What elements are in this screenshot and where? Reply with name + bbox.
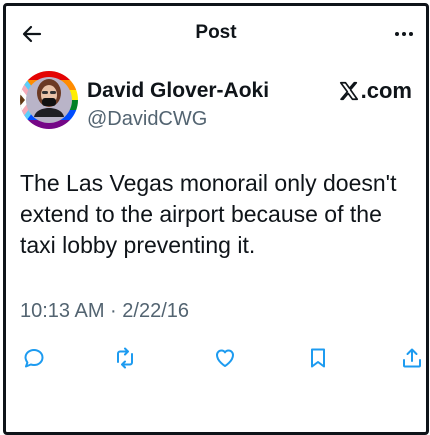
x-logo-icon bbox=[339, 81, 358, 101]
bookmark-button[interactable] bbox=[304, 344, 332, 372]
action-bar bbox=[6, 344, 426, 376]
more-button[interactable] bbox=[388, 18, 420, 50]
post-timestamp[interactable]: 10:13 AM · 2/22/16 bbox=[20, 300, 189, 323]
repost-icon bbox=[117, 347, 133, 369]
like-button[interactable] bbox=[211, 344, 239, 372]
reply-button[interactable] bbox=[20, 344, 48, 372]
post-card: Post David Glover-Aoki @DavidCWG .com Th… bbox=[3, 3, 429, 435]
heart-icon bbox=[216, 349, 234, 367]
share-icon bbox=[403, 348, 421, 368]
reply-icon bbox=[24, 349, 44, 368]
avatar-image bbox=[20, 71, 78, 129]
post-text: The Las Vegas monorail only doesn't exte… bbox=[20, 170, 397, 258]
source-label: .com bbox=[360, 78, 412, 103]
author-name[interactable]: David Glover-Aoki bbox=[87, 79, 269, 103]
source-link[interactable]: .com bbox=[338, 78, 412, 104]
more-horizontal-icon bbox=[395, 32, 413, 36]
avatar[interactable] bbox=[20, 71, 78, 129]
header: Post bbox=[6, 6, 426, 60]
repost-button[interactable] bbox=[111, 344, 139, 372]
bookmark-icon bbox=[311, 348, 325, 368]
share-button[interactable] bbox=[398, 344, 426, 372]
author-handle[interactable]: @DavidCWG bbox=[87, 108, 207, 131]
page-title: Post bbox=[195, 22, 237, 43]
